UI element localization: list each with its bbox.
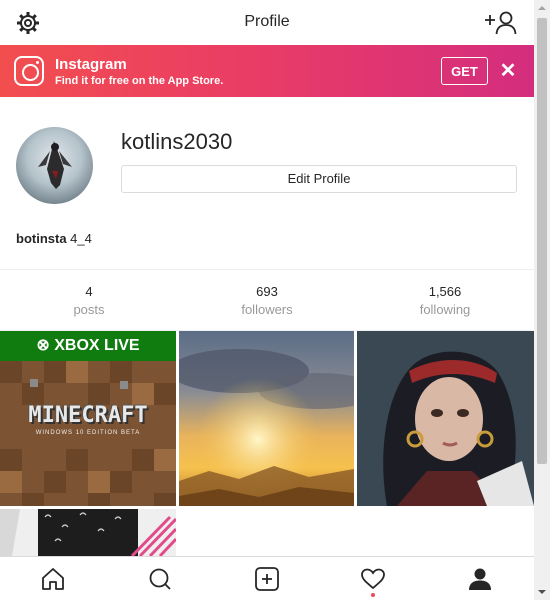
profile-icon[interactable]: [467, 567, 493, 591]
search-icon[interactable]: [147, 567, 173, 591]
fabric-image: [0, 509, 176, 556]
stat-label: followers: [241, 302, 293, 317]
post-sunset[interactable]: [179, 331, 354, 506]
vertical-scrollbar[interactable]: [534, 0, 550, 600]
post-fabric[interactable]: [0, 509, 176, 556]
add-post-icon[interactable]: [254, 567, 280, 591]
xbox-live-label: XBOX LIVE: [54, 337, 140, 354]
avatar[interactable]: [16, 127, 93, 204]
stat-label: posts: [73, 302, 105, 317]
banner-subtitle: Find it for free on the App Store.: [55, 75, 224, 87]
page-title: Profile: [244, 13, 290, 30]
stat-following[interactable]: 1,566 following: [356, 284, 534, 317]
username: kotlins2030: [121, 129, 233, 154]
minecraft-subtitle: WINDOWS 10 EDITION BETA: [35, 430, 141, 436]
post-minecraft[interactable]: ⊗ XBOX LIVE MINECRAFT WINDOWS 10 EDITION…: [0, 331, 176, 506]
stat-followers[interactable]: 693 followers: [178, 284, 356, 317]
avatar-figure-image: [38, 141, 72, 189]
home-icon[interactable]: [40, 567, 66, 591]
app-screen: Profile Instagram Find it for free on th…: [0, 0, 534, 600]
stat-value: 1,566: [428, 284, 462, 299]
scroll-down-arrow-icon[interactable]: [534, 584, 550, 600]
scrollbar-thumb[interactable]: [537, 18, 547, 464]
bottom-tab-bar: [0, 556, 534, 600]
minecraft-title: MINECRAFT: [28, 403, 148, 428]
scroll-up-arrow-icon[interactable]: [534, 0, 550, 16]
stat-label: following: [419, 302, 471, 317]
get-app-button[interactable]: GET: [441, 57, 488, 85]
xbox-live-bar: ⊗ XBOX LIVE: [0, 331, 176, 361]
add-user-icon[interactable]: [484, 10, 518, 36]
stat-posts: 4 posts: [0, 284, 178, 317]
xbox-logo-icon: ⊗: [36, 337, 55, 354]
bio-name: botinsta: [16, 231, 67, 246]
stat-value: 4: [85, 284, 93, 299]
bio: botinsta 4_4: [16, 231, 92, 246]
top-header: Profile: [0, 0, 534, 45]
app-store-banner[interactable]: Instagram Find it for free on the App St…: [0, 45, 534, 97]
instagram-logo-icon: [14, 56, 44, 86]
heart-icon[interactable]: [360, 567, 386, 591]
close-icon[interactable]: ✕: [497, 60, 519, 82]
portrait-image: [357, 331, 534, 506]
profile-stats: 4 posts 693 followers 1,566 following: [0, 269, 534, 331]
posts-grid: ⊗ XBOX LIVE MINECRAFT WINDOWS 10 EDITION…: [0, 331, 534, 556]
edit-profile-button[interactable]: Edit Profile: [121, 165, 517, 193]
sunset-image: [179, 331, 354, 506]
bio-text: 4_4: [66, 231, 92, 246]
banner-app-name: Instagram: [55, 56, 127, 73]
post-portrait[interactable]: [357, 331, 534, 506]
stat-value: 693: [256, 284, 278, 299]
notification-dot: [371, 593, 375, 597]
